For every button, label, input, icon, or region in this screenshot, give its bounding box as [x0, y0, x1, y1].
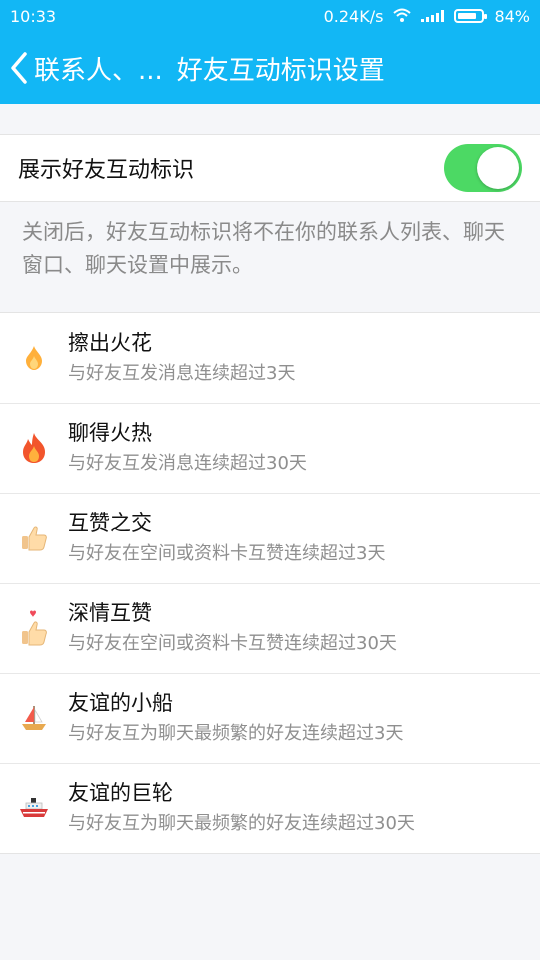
list-item: 友谊的巨轮 与好友互为聊天最频繁的好友连续超过30天 [0, 763, 540, 853]
wifi-icon [393, 7, 412, 26]
list-item: 聊得火热 与好友互发消息连续超过30天 [0, 403, 540, 493]
navigation-bar: 联系人、... 好友互动标识设置 [0, 32, 540, 104]
item-title: 擦出火花 [68, 331, 152, 355]
list-item: 友谊的小船 与好友互为聊天最频繁的好友连续超过3天 [0, 673, 540, 763]
page-title: 好友互动标识设置 [176, 55, 385, 86]
app-header: 10:33 0.24K/s 84% 联系人、... 好友互动标识设置 [0, 0, 540, 104]
status-right: 0.24K/s 84% [324, 7, 530, 26]
list-item: 互赞之交 与好友在空间或资料卡互赞连续超过3天 [0, 493, 540, 583]
item-subtitle: 与好友互为聊天最频繁的好友连续超过3天 [68, 723, 404, 744]
small-flame-icon [0, 313, 68, 403]
item-subtitle: 与好友在空间或资料卡互赞连续超过30天 [68, 633, 397, 654]
toggle-label: 展示好友互动标识 [18, 158, 195, 183]
toggle-knob [477, 147, 519, 189]
ship-icon [0, 763, 68, 853]
battery-icon [454, 9, 488, 23]
item-title: 深情互赞 [68, 601, 152, 625]
item-subtitle: 与好友互发消息连续超过30天 [68, 453, 307, 474]
list-item: 深情互赞 与好友在空间或资料卡互赞连续超过30天 [0, 583, 540, 673]
item-subtitle: 与好友互发消息连续超过3天 [68, 363, 296, 384]
battery-percent: 84% [494, 6, 530, 26]
item-subtitle: 与好友在空间或资料卡互赞连续超过3天 [68, 543, 386, 564]
item-title: 友谊的巨轮 [68, 781, 173, 805]
list-item: 擦出火花 与好友互发消息连续超过3天 [0, 313, 540, 403]
chevron-left-icon [11, 52, 27, 84]
status-bar: 10:33 0.24K/s 84% [0, 0, 540, 32]
back-label: 联系人、... [34, 55, 163, 86]
thumbs-up-heart-icon [0, 583, 68, 673]
big-flame-icon [0, 403, 68, 493]
show-interaction-badge-row: 展示好友互动标识 [0, 134, 540, 202]
item-subtitle: 与好友互为聊天最频繁的好友连续超过30天 [68, 813, 415, 834]
network-speed: 0.24K/s [323, 6, 384, 26]
thumbs-up-icon [0, 493, 68, 583]
status-time: 10:33 [10, 6, 57, 26]
item-title: 互赞之交 [68, 511, 152, 535]
toggle-description: 关闭后，好友互动标识将不在你的联系人列表、聊天窗口、聊天设置中展示。 [22, 220, 505, 277]
item-title: 友谊的小船 [68, 691, 173, 715]
badge-list: 擦出火花 与好友互发消息连续超过3天 聊得火热 与好友互发消息连续超过30天 互… [0, 312, 540, 854]
back-button[interactable]: 联系人、... [10, 50, 163, 87]
item-title: 聊得火热 [68, 421, 152, 445]
show-badge-toggle[interactable] [444, 144, 522, 192]
signal-icon [421, 10, 445, 22]
sailboat-icon [0, 673, 68, 763]
